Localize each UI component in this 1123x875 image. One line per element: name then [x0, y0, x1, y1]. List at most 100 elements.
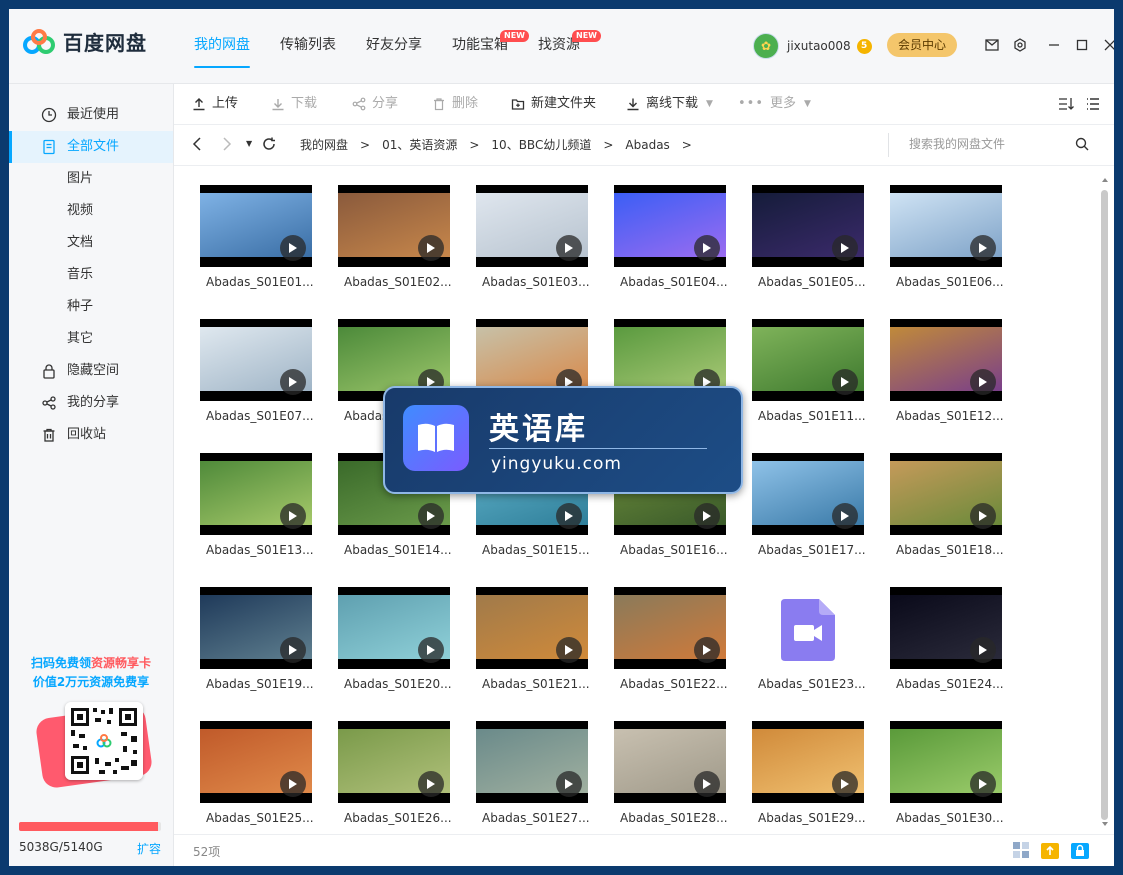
upload-folder-icon[interactable]: [1040, 841, 1060, 865]
share-button[interactable]: 分享: [352, 84, 398, 124]
file-item[interactable]: Abadas_S01E05...: [752, 185, 890, 305]
play-icon[interactable]: [970, 771, 996, 797]
sidebar-item-music[interactable]: 音乐: [9, 259, 173, 291]
maximize-icon[interactable]: [1069, 35, 1095, 55]
refresh-button[interactable]: [262, 137, 276, 151]
file-name[interactable]: Abadas_S01E14...: [344, 543, 464, 557]
settings-gear-icon[interactable]: [1007, 35, 1033, 55]
file-name[interactable]: Abadas_S01E25...: [206, 811, 326, 825]
file-item[interactable]: Abadas_S01E06...: [890, 185, 1028, 305]
scroll-down-arrow-icon[interactable]: [1101, 820, 1109, 828]
sidebar-item-recycle-bin[interactable]: 回收站: [9, 419, 173, 451]
file-name[interactable]: Abadas_S01E02...: [344, 275, 464, 289]
file-name[interactable]: Abadas_S01E28...: [620, 811, 740, 825]
play-icon[interactable]: [694, 503, 720, 529]
file-item[interactable]: Abadas_S01E01...: [200, 185, 338, 305]
file-item[interactable]: Abadas_S01E23...: [752, 587, 890, 707]
play-icon[interactable]: [280, 369, 306, 395]
avatar[interactable]: ✿: [753, 33, 779, 59]
scrollbar[interactable]: [1099, 174, 1109, 829]
file-item[interactable]: Abadas_S01E02...: [338, 185, 476, 305]
file-name[interactable]: Abadas_S01E19...: [206, 677, 326, 691]
file-name[interactable]: Abadas_S01E24...: [896, 677, 1016, 691]
new-folder-button[interactable]: 新建文件夹: [511, 84, 596, 124]
delete-button[interactable]: 删除: [432, 84, 478, 124]
history-dropdown[interactable]: ▼: [246, 139, 252, 148]
sidebar-item-torrents[interactable]: 种子: [9, 291, 173, 323]
file-item[interactable]: Abadas_S01E20...: [338, 587, 476, 707]
play-icon[interactable]: [832, 503, 858, 529]
play-icon[interactable]: [832, 369, 858, 395]
grid-view-icon[interactable]: [1012, 841, 1030, 865]
nav-friend-share[interactable]: 好友分享: [351, 9, 437, 83]
file-item[interactable]: Abadas_S01E11...: [752, 319, 890, 439]
play-icon[interactable]: [694, 771, 720, 797]
play-icon[interactable]: [970, 235, 996, 261]
file-item[interactable]: Abadas_S01E12...: [890, 319, 1028, 439]
file-name[interactable]: Abadas_S01E04...: [620, 275, 740, 289]
forward-button[interactable]: [222, 137, 232, 151]
file-item[interactable]: Abadas_S01E25...: [200, 721, 338, 841]
scrollbar-thumb[interactable]: [1101, 190, 1108, 820]
file-name[interactable]: Abadas_S01E03...: [482, 275, 602, 289]
play-icon[interactable]: [280, 235, 306, 261]
view-list-button[interactable]: [1086, 84, 1100, 124]
lock-icon[interactable]: [1070, 841, 1090, 865]
sidebar-item-recent[interactable]: 最近使用: [9, 99, 173, 131]
play-icon[interactable]: [694, 235, 720, 261]
play-icon[interactable]: [280, 637, 306, 663]
play-icon[interactable]: [418, 503, 444, 529]
file-item[interactable]: Abadas_S01E03...: [476, 185, 614, 305]
file-item[interactable]: Abadas_S01E29...: [752, 721, 890, 841]
file-name[interactable]: Abadas_S01E23...: [758, 677, 878, 691]
file-name[interactable]: Abadas_S01E22...: [620, 677, 740, 691]
file-item[interactable]: Abadas_S01E26...: [338, 721, 476, 841]
download-button[interactable]: 下载: [271, 84, 317, 124]
file-item[interactable]: Abadas_S01E18...: [890, 453, 1028, 573]
play-icon[interactable]: [832, 771, 858, 797]
file-item[interactable]: Abadas_S01E28...: [614, 721, 752, 841]
play-icon[interactable]: [280, 503, 306, 529]
file-name[interactable]: Abadas_S01E06...: [896, 275, 1016, 289]
sidebar-item-all-files[interactable]: 全部文件: [9, 131, 173, 163]
close-icon[interactable]: [1097, 35, 1114, 55]
sidebar-item-other[interactable]: 其它: [9, 323, 173, 355]
sidebar-item-my-shares[interactable]: 我的分享: [9, 387, 173, 419]
file-name[interactable]: Abadas_S01E12...: [896, 409, 1016, 423]
file-name[interactable]: Abadas_S01E05...: [758, 275, 878, 289]
offline-download-button[interactable]: 离线下载 ▼: [626, 84, 713, 124]
file-name[interactable]: Abadas_S01E26...: [344, 811, 464, 825]
nav-toolbox[interactable]: 功能宝箱 NEW: [437, 9, 529, 83]
breadcrumb-item[interactable]: 10、BBC幼儿频道: [491, 125, 591, 165]
qr-code-icon[interactable]: [65, 702, 143, 780]
play-icon[interactable]: [556, 771, 582, 797]
play-icon[interactable]: [970, 503, 996, 529]
promo-banner[interactable]: 扫码免费领资源畅享卡 价值2万元资源免费享: [9, 654, 173, 790]
play-icon[interactable]: [556, 503, 582, 529]
file-item[interactable]: Abadas_S01E27...: [476, 721, 614, 841]
expand-storage-link[interactable]: 扩容: [137, 840, 161, 857]
file-item[interactable]: Abadas_S01E22...: [614, 587, 752, 707]
breadcrumb-item[interactable]: 01、英语资源: [382, 125, 457, 165]
back-button[interactable]: [192, 137, 202, 151]
file-name[interactable]: Abadas_S01E07...: [206, 409, 326, 423]
file-item[interactable]: Abadas_S01E24...: [890, 587, 1028, 707]
username[interactable]: jixutao008: [787, 39, 851, 53]
file-name[interactable]: Abadas_S01E16...: [620, 543, 740, 557]
file-name[interactable]: Abadas_S01E18...: [896, 543, 1016, 557]
sidebar-item-videos[interactable]: 视频: [9, 195, 173, 227]
play-icon[interactable]: [418, 771, 444, 797]
file-item[interactable]: Abadas_S01E17...: [752, 453, 890, 573]
file-name[interactable]: Abadas_S01E01...: [206, 275, 326, 289]
upload-button[interactable]: 上传: [192, 84, 238, 124]
scroll-up-arrow-icon[interactable]: [1101, 176, 1109, 184]
member-center-button[interactable]: 会员中心: [887, 33, 957, 57]
file-item[interactable]: Abadas_S01E04...: [614, 185, 752, 305]
file-name[interactable]: Abadas_S01E27...: [482, 811, 602, 825]
play-icon[interactable]: [694, 637, 720, 663]
sidebar-item-documents[interactable]: 文档: [9, 227, 173, 259]
sidebar-item-images[interactable]: 图片: [9, 163, 173, 195]
play-icon[interactable]: [832, 235, 858, 261]
file-item[interactable]: Abadas_S01E19...: [200, 587, 338, 707]
search-button[interactable]: [1075, 137, 1089, 155]
